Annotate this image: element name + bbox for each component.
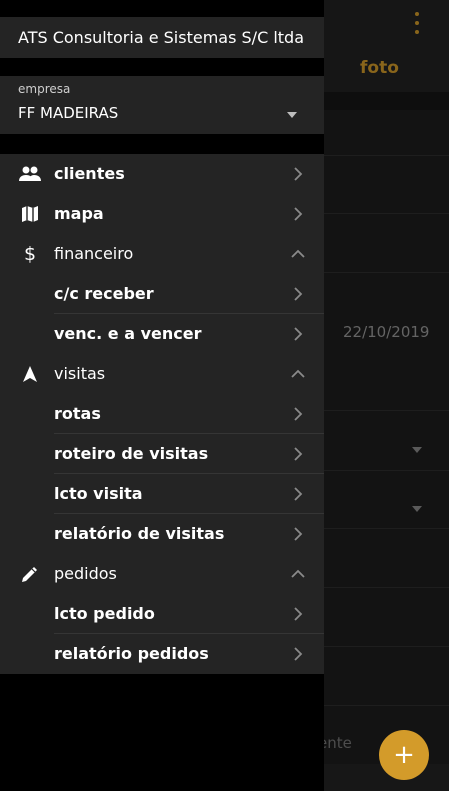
- chevron-up-icon: [290, 566, 306, 582]
- menu-item-label: pedidos: [54, 564, 117, 583]
- menu-item-relatorio-de-visitas[interactable]: relatório de visitas: [0, 514, 324, 554]
- chevron-right-icon: [290, 286, 306, 302]
- chevron-right-icon: [290, 486, 306, 502]
- menu-item-lcto-pedido[interactable]: lcto pedido: [0, 594, 324, 634]
- navigation-icon: [18, 363, 42, 385]
- menu-item-label: clientes: [54, 164, 125, 183]
- menu-item-label: financeiro: [54, 244, 134, 263]
- chevron-right-icon: [290, 446, 306, 462]
- dollar-icon: $: [23, 243, 37, 265]
- menu-item-label: venc. e a vencer: [54, 324, 202, 343]
- people-icon: [18, 163, 42, 185]
- company-select-label: empresa: [18, 82, 71, 96]
- menu-item-pedidos[interactable]: pedidos: [0, 554, 324, 594]
- menu-item-visitas[interactable]: visitas: [0, 354, 324, 394]
- pencil-icon: [18, 563, 42, 585]
- chevron-up-icon: [290, 366, 306, 382]
- menu-item-clientes[interactable]: clientes: [0, 154, 324, 194]
- menu-item-label: roteiro de visitas: [54, 444, 209, 463]
- chevron-up-icon: [290, 246, 306, 262]
- menu-item-label: c/c receber: [54, 284, 154, 303]
- menu-item-roteiro-de-visitas[interactable]: roteiro de visitas: [0, 434, 324, 474]
- menu-item-label: lcto pedido: [54, 604, 155, 623]
- chevron-right-icon: [290, 406, 306, 422]
- menu-item-mapa[interactable]: mapa: [0, 194, 324, 234]
- menu-item-lcto-visita[interactable]: lcto visita: [0, 474, 324, 514]
- menu-item-rotas[interactable]: rotas: [0, 394, 324, 434]
- menu-item-label: relatório pedidos: [54, 644, 209, 663]
- menu-item-relatorio-pedidos[interactable]: relatório pedidos: [0, 634, 324, 674]
- menu-item-financeiro[interactable]: $ financeiro: [0, 234, 324, 274]
- company-select[interactable]: empresa FF MADEIRAS: [0, 76, 324, 134]
- company-select-value: FF MADEIRAS: [18, 104, 119, 122]
- chevron-right-icon: [290, 326, 306, 342]
- chevron-right-icon: [290, 526, 306, 542]
- menu-item-label: visitas: [54, 364, 106, 383]
- chevron-right-icon: [290, 646, 306, 662]
- navigation-drawer: ATS Consultoria e Sistemas S/C ltda empr…: [0, 0, 324, 791]
- menu-item-label: relatório de visitas: [54, 524, 225, 543]
- plus-icon: +: [393, 740, 415, 770]
- dropdown-caret-icon: [287, 112, 297, 118]
- menu-item-label: mapa: [54, 204, 104, 223]
- map-icon: [18, 203, 42, 225]
- drawer-menu: clientes mapa $ financeiro c/c receber v…: [0, 154, 324, 674]
- menu-item-label: lcto visita: [54, 484, 143, 503]
- account-name: ATS Consultoria e Sistemas S/C ltda: [0, 17, 324, 58]
- chevron-right-icon: [290, 606, 306, 622]
- menu-item-label: rotas: [54, 404, 101, 423]
- add-fab-button[interactable]: +: [379, 730, 429, 780]
- menu-item-venc-a-vencer[interactable]: venc. e a vencer: [0, 314, 324, 354]
- chevron-right-icon: [290, 206, 306, 222]
- chevron-right-icon: [290, 166, 306, 182]
- menu-item-cc-receber[interactable]: c/c receber: [0, 274, 324, 314]
